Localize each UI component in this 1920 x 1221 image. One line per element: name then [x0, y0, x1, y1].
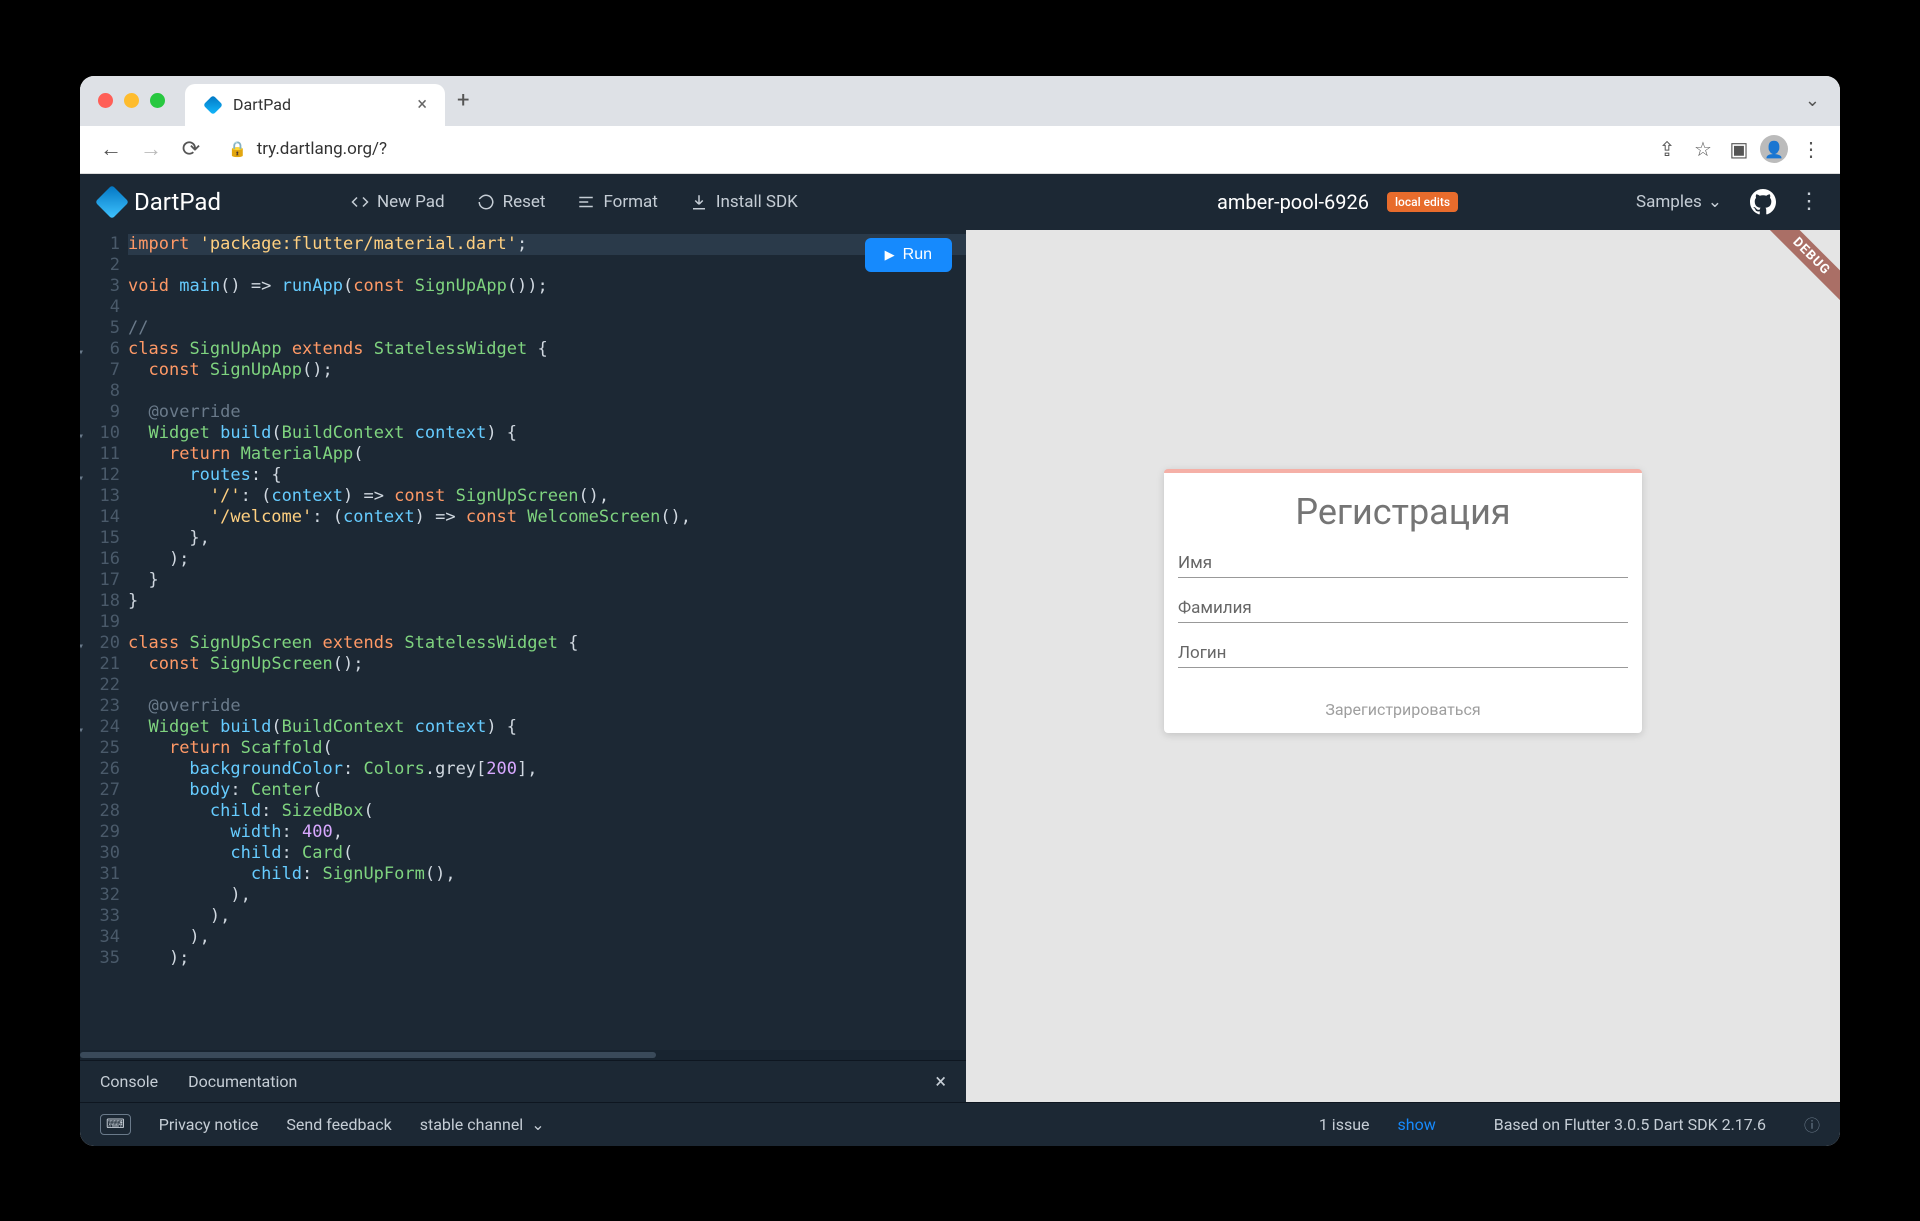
new-pad-label: New Pad: [377, 192, 445, 212]
feedback-link[interactable]: Send feedback: [286, 1115, 391, 1134]
sdk-version: Based on Flutter 3.0.5 Dart SDK 2.17.6: [1494, 1115, 1766, 1134]
scrollbar-thumb[interactable]: [80, 1052, 656, 1058]
install-sdk-button[interactable]: Install SDK: [678, 186, 810, 218]
new-tab-button[interactable]: +: [457, 88, 469, 113]
url-field[interactable]: 🔒 try.dartlang.org/?: [214, 139, 1646, 159]
traffic-close[interactable]: [98, 93, 113, 108]
keyboard-icon[interactable]: ⌨: [100, 1114, 131, 1135]
samples-label: Samples: [1636, 192, 1702, 212]
forward-button[interactable]: →: [134, 136, 168, 162]
code-editor[interactable]: 12345▾6789▾1011▾1213141516171819▾2021222…: [80, 230, 966, 1050]
run-label: Run: [903, 246, 932, 264]
github-icon[interactable]: [1750, 189, 1776, 215]
code-content[interactable]: import 'package:flutter/material.dart'; …: [128, 230, 966, 1050]
code-icon: [351, 193, 369, 211]
login-field[interactable]: Логин: [1178, 643, 1628, 668]
more-menu-icon[interactable]: ⋮: [1798, 189, 1820, 214]
browser-menu-icon[interactable]: ⋮: [1796, 137, 1826, 161]
first-name-field[interactable]: Имя: [1178, 553, 1628, 578]
dartpad-header: DartPad New Pad Reset Format Install SDK…: [80, 174, 1840, 230]
chevron-down-icon: ⌄: [531, 1115, 544, 1134]
channel-select[interactable]: stable channel ⌄: [420, 1115, 545, 1134]
privacy-link[interactable]: Privacy notice: [159, 1115, 259, 1134]
install-sdk-label: Install SDK: [716, 192, 798, 212]
show-issues-link[interactable]: show: [1398, 1115, 1436, 1134]
traffic-maximize[interactable]: [150, 93, 165, 108]
format-icon: [577, 193, 595, 211]
profile-avatar[interactable]: 👤: [1760, 135, 1790, 163]
editor-pane: Run 12345▾6789▾1011▾1213141516171819▾202…: [80, 230, 966, 1102]
first-name-label: Имя: [1178, 553, 1212, 573]
last-name-field[interactable]: Фамилия: [1178, 598, 1628, 623]
browser-window: DartPad × + ⌄ ← → ⟳ 🔒 try.dartlang.org/?…: [80, 76, 1840, 1146]
debug-banner: DEBUG: [1763, 230, 1840, 304]
reset-button[interactable]: Reset: [465, 186, 558, 218]
channel-label: stable channel: [420, 1115, 523, 1134]
back-button[interactable]: ←: [94, 136, 128, 162]
traffic-minimize[interactable]: [124, 93, 139, 108]
footer: ⌨ Privacy notice Send feedback stable ch…: [80, 1102, 1840, 1146]
pad-name[interactable]: amber-pool-6926: [1217, 190, 1369, 214]
reload-button[interactable]: ⟳: [174, 137, 208, 162]
download-icon: [690, 193, 708, 211]
chevron-down-icon: ⌄: [1708, 192, 1722, 212]
close-panel-icon[interactable]: ×: [935, 1069, 946, 1093]
submit-button[interactable]: Зарегистрироваться: [1164, 688, 1642, 733]
refresh-icon: [477, 193, 495, 211]
issue-count: 1 issue: [1319, 1115, 1370, 1134]
documentation-tab[interactable]: Documentation: [188, 1072, 297, 1091]
new-pad-button[interactable]: New Pad: [339, 186, 457, 218]
main-split: Run 12345▾6789▾1011▾1213141516171819▾202…: [80, 230, 1840, 1102]
dart-favicon: [203, 95, 223, 115]
signup-card: Регистрация Имя Фамилия Логин Зарегистри…: [1164, 469, 1642, 733]
line-gutter: 12345▾6789▾1011▾1213141516171819▾2021222…: [80, 230, 128, 1050]
address-bar: ← → ⟳ 🔒 try.dartlang.org/? ⇪ ☆ ▣ 👤 ⋮: [80, 126, 1840, 174]
format-button[interactable]: Format: [565, 186, 669, 218]
local-edits-badge: local edits: [1387, 192, 1458, 212]
run-button[interactable]: Run: [865, 238, 952, 272]
info-icon[interactable]: ⓘ: [1804, 1112, 1820, 1136]
panel-icon[interactable]: ▣: [1724, 137, 1754, 161]
dartpad-logo-text: DartPad: [134, 188, 221, 216]
samples-menu[interactable]: Samples ⌄: [1636, 192, 1722, 212]
card-title: Регистрация: [1164, 473, 1642, 543]
traffic-lights: [98, 93, 165, 108]
share-icon[interactable]: ⇪: [1652, 137, 1682, 161]
lock-icon: 🔒: [228, 140, 247, 158]
preview-pane: DEBUG Регистрация Имя Фамилия Логин Заре…: [966, 230, 1840, 1102]
tab-close-icon[interactable]: ×: [417, 94, 427, 115]
tab-title: DartPad: [233, 95, 407, 114]
browser-tab[interactable]: DartPad ×: [185, 84, 445, 126]
reset-label: Reset: [503, 192, 546, 212]
login-label: Логин: [1178, 643, 1227, 663]
tabs-overflow-icon[interactable]: ⌄: [1805, 90, 1820, 111]
console-panel-header: Console Documentation ×: [80, 1060, 966, 1102]
last-name-label: Фамилия: [1178, 598, 1252, 618]
format-label: Format: [603, 192, 657, 212]
dart-logo-icon: [95, 185, 129, 219]
bookmark-icon[interactable]: ☆: [1688, 137, 1718, 161]
horizontal-scrollbar[interactable]: [80, 1050, 966, 1060]
url-text: try.dartlang.org/?: [257, 139, 387, 159]
console-tab[interactable]: Console: [100, 1072, 158, 1091]
dartpad-logo[interactable]: DartPad: [100, 188, 221, 216]
title-bar: DartPad × + ⌄: [80, 76, 1840, 126]
